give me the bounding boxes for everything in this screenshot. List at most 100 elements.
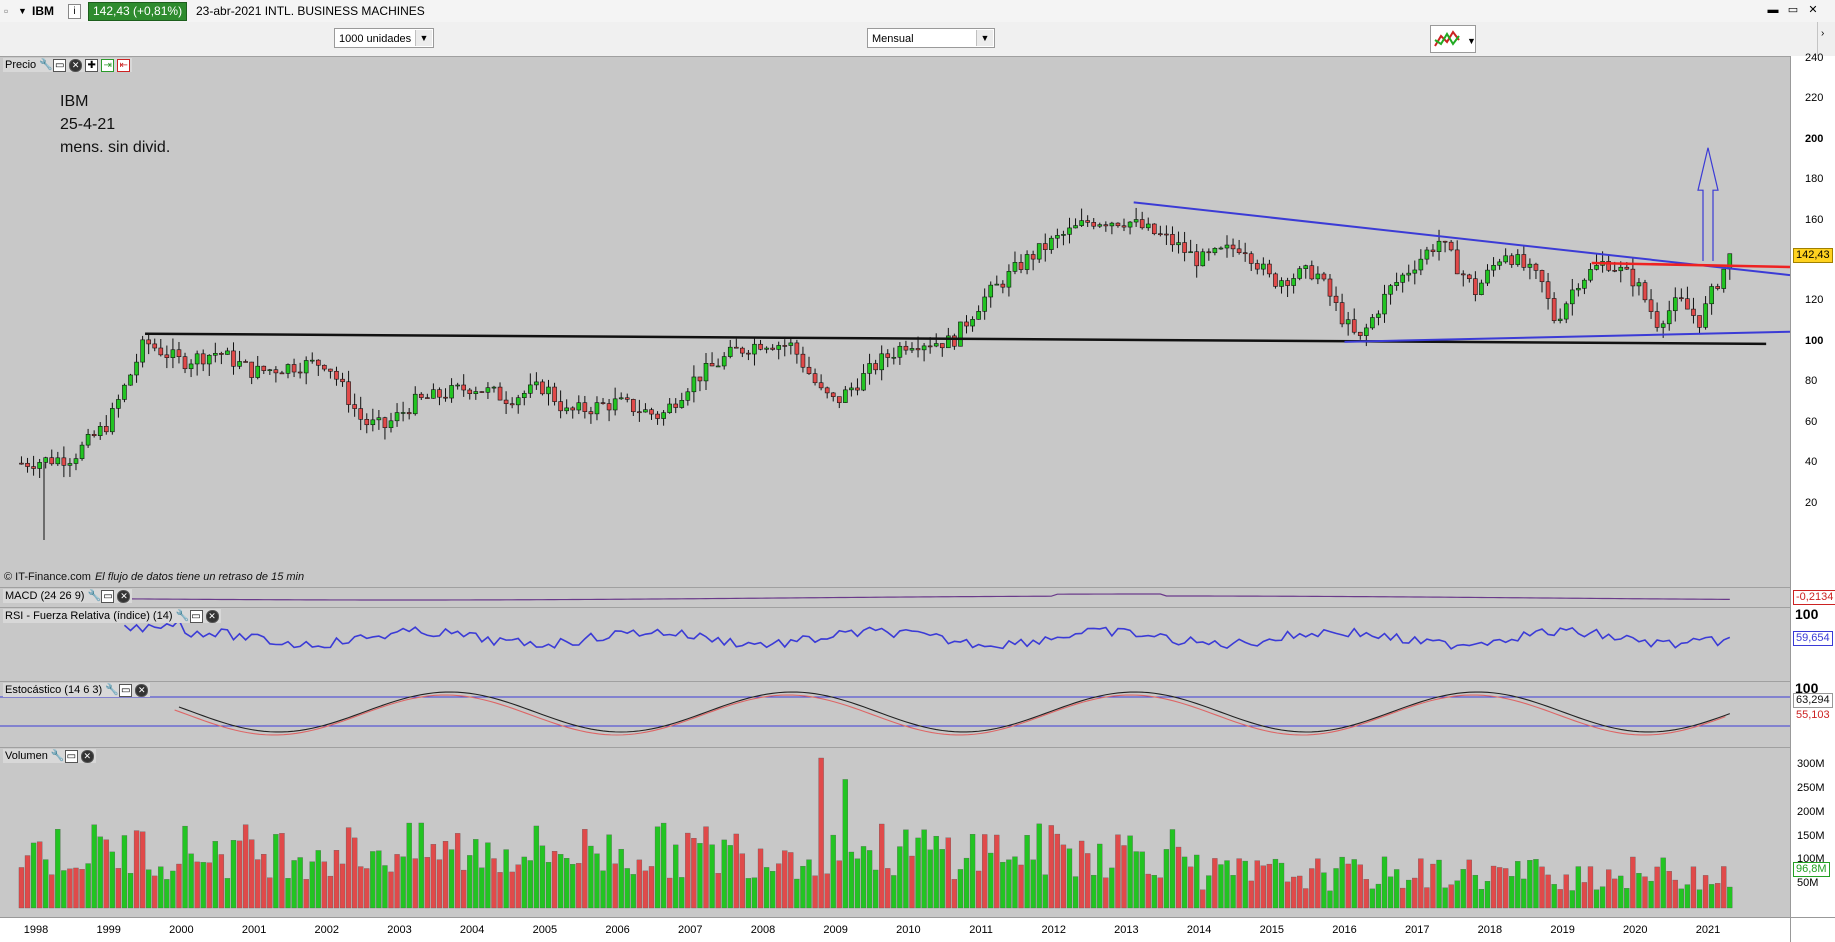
volume-bar (1321, 872, 1327, 909)
year-label: 1998 (23, 924, 49, 936)
candle-body (915, 348, 921, 351)
window-icon[interactable]: ▭ (64, 749, 78, 763)
volume-bar (1381, 856, 1388, 909)
period-select[interactable]: Mensual ▼ (867, 28, 995, 48)
wrench-icon[interactable]: 🔧 (176, 610, 190, 622)
candle-body (1218, 247, 1224, 250)
window-icon[interactable]: ▭ (101, 589, 115, 603)
chevron-right-icon[interactable]: › (1821, 28, 1824, 39)
stochastic-pane[interactable]: Estocástico (14 6 3) 🔧 ▭ ✕ (0, 681, 1790, 748)
candle-body (758, 343, 763, 350)
wrench-icon[interactable]: 🔧 (87, 590, 101, 602)
candle-body (1182, 242, 1187, 253)
volume-bar (448, 849, 455, 909)
volume-bar (527, 860, 533, 909)
close-icon[interactable]: ✕ (117, 589, 131, 603)
volume-bar (582, 829, 588, 909)
chevron-down-icon[interactable]: ▼ (18, 3, 27, 19)
add-icon[interactable]: ✚ (85, 58, 99, 72)
maximize-button[interactable]: ▭ (1786, 4, 1800, 17)
rsi-pane[interactable]: RSI - Fuerza Relativa (índice) (14) 🔧 ▭ … (0, 607, 1790, 682)
volume-bar (1515, 861, 1521, 909)
candle-body (1212, 248, 1218, 254)
symbol-label[interactable]: IBM (32, 3, 54, 19)
candle-body (673, 403, 679, 408)
volume-axis: 96,8M 300M 250M 200M 150M 100M 50M (1790, 747, 1835, 917)
wrench-icon[interactable]: 🔧 (105, 684, 119, 696)
volume-pane[interactable]: Volumen 🔧 ▭ ✕ (0, 747, 1790, 918)
window-icon[interactable]: ▭ (189, 609, 203, 623)
candle-body (1618, 266, 1624, 272)
candle-body (73, 458, 79, 464)
candle-body (200, 353, 206, 365)
year-label: 2018 (1477, 924, 1503, 936)
volume-bar (885, 868, 891, 909)
volume-bar (1030, 859, 1036, 909)
chart-type-button[interactable]: ▼ (1430, 25, 1476, 53)
export-icon[interactable]: ⇥ (101, 58, 115, 72)
close-icon[interactable]: ✕ (80, 749, 94, 763)
volume-bar (715, 873, 721, 909)
volume-bar (1103, 877, 1109, 909)
volume-bar (739, 853, 746, 909)
volume-bar (467, 855, 473, 909)
volume-bar (309, 861, 315, 909)
candle-body (267, 369, 273, 372)
info-icon[interactable]: i (68, 4, 81, 19)
candle-body (1139, 219, 1145, 229)
units-select[interactable]: 1000 unidades ▼ (334, 28, 434, 48)
volume-bar (1702, 875, 1709, 909)
candle-body (1436, 240, 1442, 252)
candle-body (110, 408, 115, 433)
wrench-icon[interactable]: 🔧 (51, 750, 65, 762)
candle-body (1636, 282, 1642, 287)
volume-bar (1387, 876, 1394, 909)
candle-body (564, 407, 569, 412)
candle-body (1454, 249, 1460, 275)
volume-bar (1708, 884, 1715, 909)
candle-body (400, 412, 406, 414)
candle-body (982, 296, 987, 312)
volume-bar (473, 839, 479, 909)
volume-axis-tick: 100M (1797, 853, 1825, 866)
close-button[interactable]: ✕ (1806, 4, 1820, 17)
candle-body (31, 466, 36, 469)
volume-bar (1393, 869, 1400, 909)
candle-body (1442, 240, 1448, 243)
window-icon[interactable]: ▭ (53, 58, 67, 72)
rsi-pane-title: RSI - Fuerza Relativa (índice) (14) (5, 610, 173, 622)
price-pane[interactable]: Precio 🔧 ▭ ✕ ✚ ⇥ ⇤ IBM 25-4-21 mens. sin… (0, 56, 1790, 588)
volume-bar (1612, 878, 1618, 909)
import-icon[interactable]: ⇤ (117, 58, 131, 72)
volume-bar (1036, 823, 1042, 909)
volume-bar (1145, 873, 1151, 909)
volume-bar (1024, 835, 1030, 909)
candle-body (679, 400, 685, 408)
price-axis-tick: 160 (1805, 213, 1824, 226)
minimize-button[interactable]: ▬ (1766, 4, 1780, 17)
year-label: 2019 (1550, 924, 1575, 936)
year-label: 2010 (896, 924, 921, 936)
candle-body (1121, 225, 1127, 228)
candle-body (85, 434, 91, 446)
close-icon[interactable]: ✕ (69, 58, 83, 72)
candle-body (1115, 222, 1121, 227)
candle-body (1515, 254, 1521, 265)
volume-bar (939, 849, 945, 909)
macd-pane[interactable]: MACD (24 26 9) 🔧 ▭ ✕ (0, 587, 1790, 608)
volume-bar (1551, 884, 1557, 909)
year-label: 2014 (1186, 924, 1212, 936)
volume-bar (133, 830, 140, 909)
volume-bar (1527, 860, 1533, 909)
candle-body (1006, 271, 1012, 288)
window-icon[interactable]: ▭ (119, 683, 133, 697)
volume-bar (733, 833, 739, 909)
candle-body (776, 345, 782, 350)
candle-body (861, 373, 866, 391)
wrench-icon[interactable]: 🔧 (39, 59, 53, 71)
close-icon[interactable]: ✕ (205, 609, 219, 623)
close-icon[interactable]: ✕ (135, 683, 149, 697)
candle-body (1170, 234, 1175, 246)
volume-bar (679, 877, 685, 909)
candle-body (570, 407, 576, 411)
